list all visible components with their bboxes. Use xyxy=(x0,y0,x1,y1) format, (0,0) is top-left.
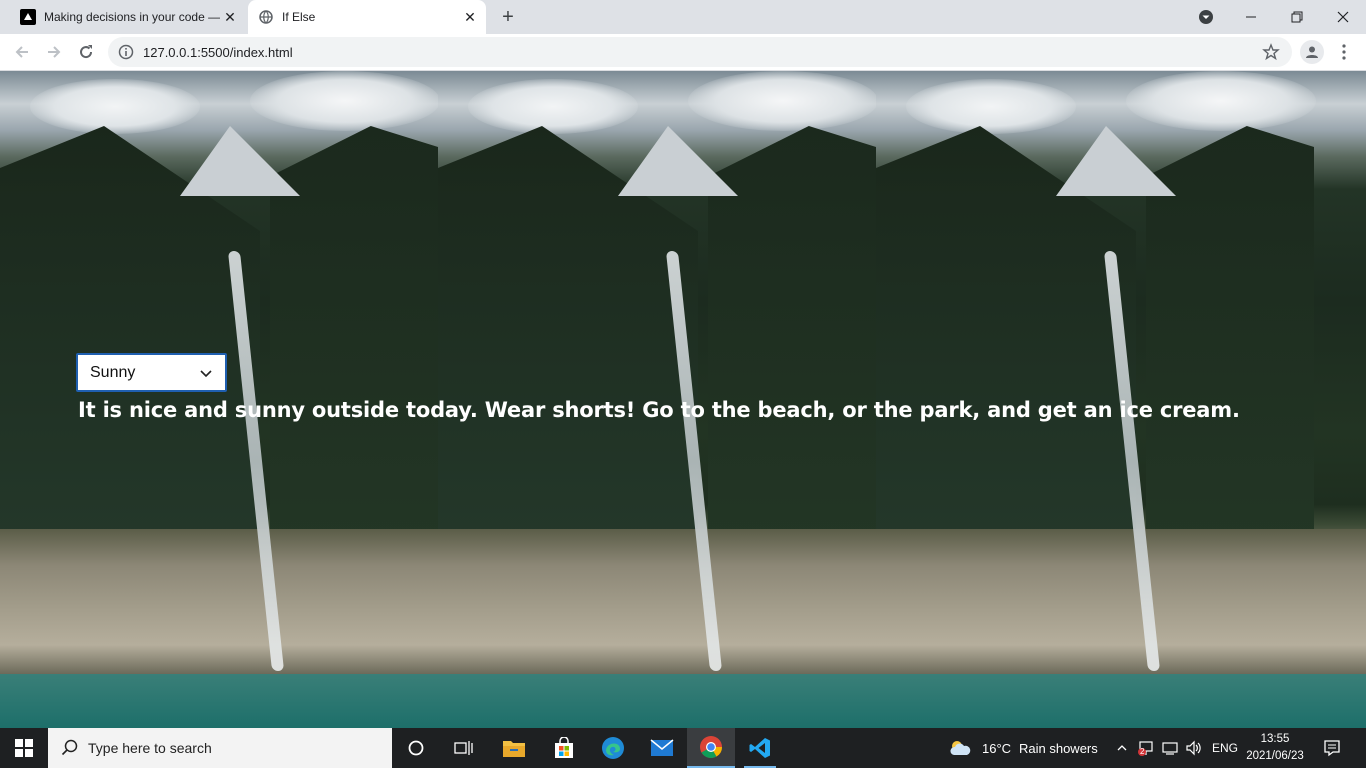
weather-cloud-icon[interactable] xyxy=(938,728,982,768)
chevron-up-icon[interactable] xyxy=(1110,728,1134,768)
tab-title: Making decisions in your code — xyxy=(44,10,220,24)
search-placeholder: Type here to search xyxy=(88,740,212,756)
vscode-icon[interactable] xyxy=(736,728,784,768)
tab-search-icon[interactable] xyxy=(1196,7,1216,27)
weather-temperature[interactable]: 16°C xyxy=(982,728,1011,768)
taskbar-search-box[interactable]: Type here to search xyxy=(48,728,392,768)
tab-title: If Else xyxy=(282,10,316,24)
input-language[interactable]: ENG xyxy=(1212,728,1238,768)
restore-icon[interactable] xyxy=(1274,0,1320,34)
more-menu-icon[interactable] xyxy=(1334,40,1354,64)
site-info-icon[interactable] xyxy=(118,44,134,60)
tab-close-icon[interactable]: ✕ xyxy=(460,7,480,27)
chevron-down-icon xyxy=(199,366,213,380)
search-icon xyxy=(60,738,80,758)
weather-select[interactable]: Sunny xyxy=(76,353,227,392)
network-device-icon[interactable]: 2 xyxy=(1134,728,1158,768)
cortana-icon[interactable] xyxy=(392,728,440,768)
network-icon[interactable] xyxy=(1158,728,1182,768)
windows-taskbar: Type here to search 16°C Rain showers 2 … xyxy=(0,728,1366,768)
browser-toolbar: 127.0.0.1:5500/index.html xyxy=(0,34,1366,71)
taskbar-clock[interactable]: 13:55 2021/06/23 xyxy=(1245,731,1305,765)
tab-if-else[interactable]: If Else ✕ xyxy=(248,0,486,34)
forward-arrow-icon[interactable] xyxy=(40,38,68,66)
new-tab-button[interactable]: + xyxy=(496,5,520,29)
tab-strip: Making decisions in your code — ✕ If Els… xyxy=(0,0,1366,34)
weather-message: It is nice and sunny outside today. Wear… xyxy=(78,398,1240,422)
clock-time: 13:55 xyxy=(1260,733,1290,745)
minimize-icon[interactable] xyxy=(1228,0,1274,34)
task-view-icon[interactable] xyxy=(440,728,488,768)
mdn-favicon-icon xyxy=(20,9,36,25)
chrome-icon[interactable] xyxy=(687,728,735,768)
edge-icon[interactable] xyxy=(589,728,637,768)
close-window-icon[interactable] xyxy=(1320,0,1366,34)
profile-avatar-icon[interactable] xyxy=(1300,40,1324,64)
volume-icon[interactable] xyxy=(1182,728,1206,768)
file-explorer-icon[interactable] xyxy=(490,728,538,768)
globe-icon xyxy=(258,9,274,25)
notification-count-badge: 2 xyxy=(1140,747,1145,756)
mail-icon[interactable] xyxy=(638,728,686,768)
action-center-icon[interactable] xyxy=(1320,736,1344,760)
url-text[interactable]: 127.0.0.1:5500/index.html xyxy=(143,45,293,60)
tab-close-icon[interactable]: ✕ xyxy=(220,7,240,27)
address-bar[interactable]: 127.0.0.1:5500/index.html xyxy=(108,37,1292,67)
microsoft-store-icon[interactable] xyxy=(540,728,588,768)
bookmark-star-icon[interactable] xyxy=(1262,43,1280,61)
web-page: Sunny It is nice and sunny outside today… xyxy=(0,71,1366,728)
weather-condition[interactable]: Rain showers xyxy=(1019,728,1098,768)
reload-icon[interactable] xyxy=(72,38,100,66)
tab-making-decisions[interactable]: Making decisions in your code — ✕ xyxy=(8,0,246,34)
weather-select-value: Sunny xyxy=(90,363,136,381)
clock-date: 2021/06/23 xyxy=(1246,750,1304,762)
back-arrow-icon[interactable] xyxy=(8,38,36,66)
windows-start-icon[interactable] xyxy=(0,728,48,768)
